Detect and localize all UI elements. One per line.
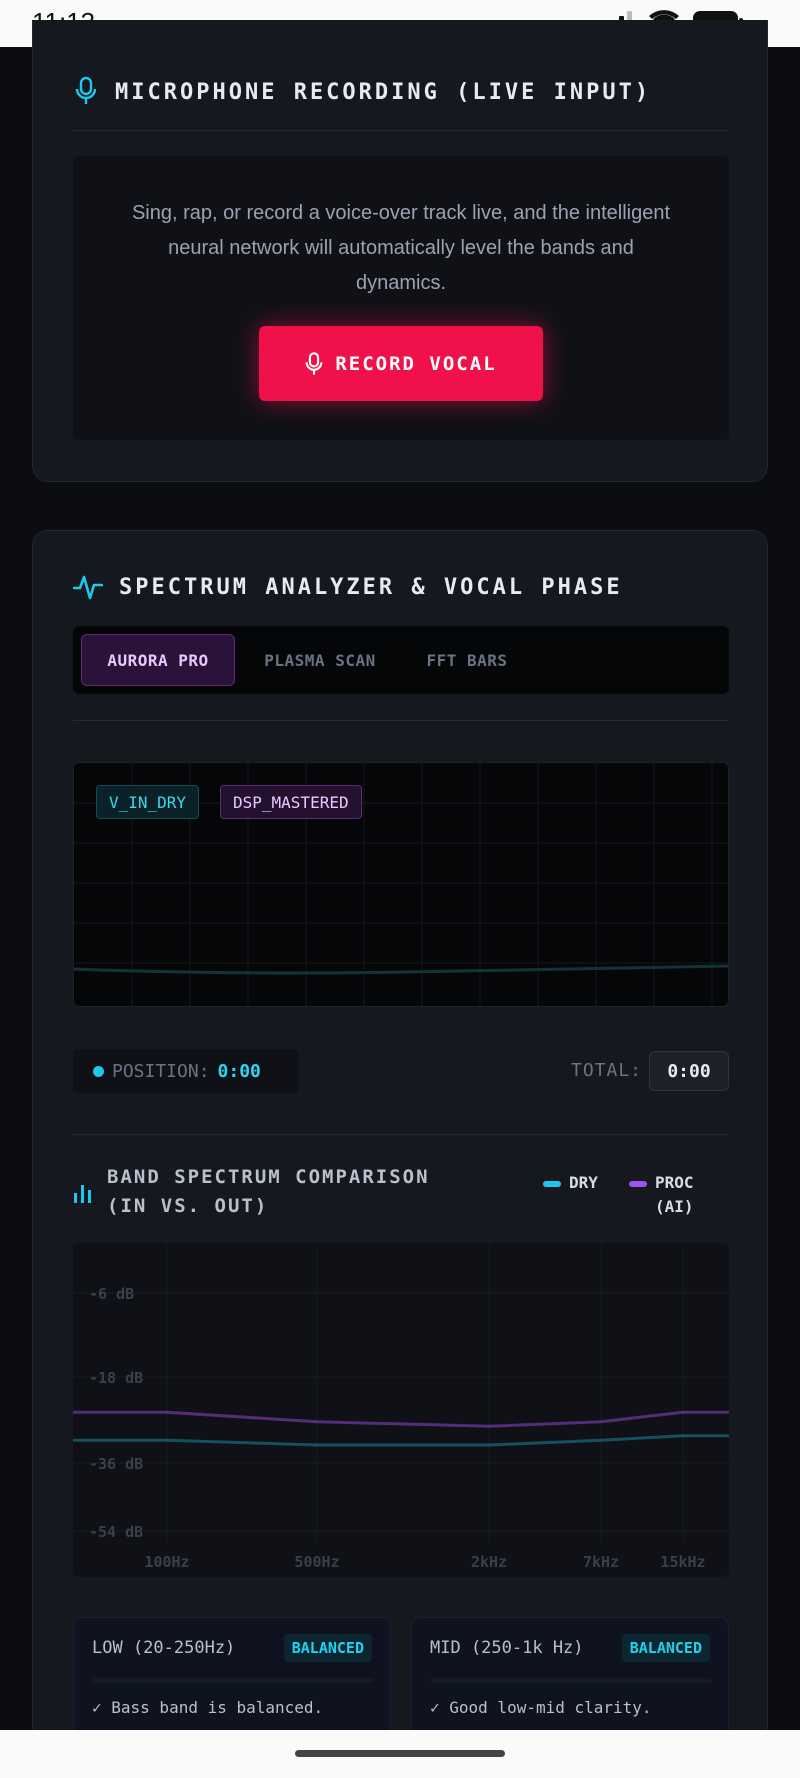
band-mid-name: MID (250-1k Hz) [430, 1638, 584, 1658]
chart-series-line-proc [73, 1410, 729, 1428]
mic-section-title: MICROPHONE RECORDING (LIVE INPUT) [115, 80, 652, 105]
position-readout: POSITION: 0:00 [73, 1049, 299, 1093]
chart-series-line-dry [73, 1434, 729, 1447]
tag-dsp-mastered: DSP_MASTERED [220, 785, 362, 819]
tag-dry-input: V_IN_DRY [96, 785, 200, 819]
legend-proc-swatch [629, 1181, 647, 1187]
band-comparison-title: BAND SPECTRUM COMPARISON (IN VS. OUT) [107, 1166, 430, 1217]
tabs-divider [73, 720, 729, 721]
band-spectrum-svg: -6 dB -18 dB -36 dB -54 dB100Hz 500Hz 2kHz 7kH… [73, 1243, 729, 1571]
band-card-mid: MID (250-1k Hz) BALANCED ✓ Good low-mid … [411, 1617, 729, 1747]
band-low-meter [92, 1678, 374, 1683]
spectrum-section-title: SPECTRUM ANALYZER & VOCAL PHASE [119, 575, 623, 600]
chart-y-tick-label: -36 dB [89, 1455, 143, 1473]
tab-plasma-scan[interactable]: PLASMA SCAN [245, 634, 395, 686]
readout-divider [73, 1134, 729, 1135]
chart-y-tick-label: -6 dB [89, 1285, 134, 1303]
mic-panel: Sing, rap, or record a voice-over track … [73, 156, 729, 440]
legend-dry-label: DRY [569, 1173, 598, 1192]
chart-y-tick-label: -54 dB [89, 1523, 143, 1541]
chart-x-tick-label: 7kHz [583, 1553, 619, 1571]
band-mid-note: ✓ Good low-mid clarity. [430, 1698, 652, 1717]
legend-proc: PROC (AI) [629, 1171, 715, 1219]
legend-proc-label: PROC (AI) [655, 1173, 694, 1216]
system-nav-bar [0, 1730, 800, 1778]
playhead-dot [93, 1065, 104, 1077]
chart-x-tick-label: 100Hz [144, 1553, 189, 1571]
band-spectrum-chart: -6 dB -18 dB -36 dB -54 dB 100Hz 500Hz 2kHz 7kH… [73, 1243, 729, 1577]
band-mid-meter [430, 1678, 712, 1683]
pulse-icon [73, 575, 103, 600]
legend-dry: DRY [543, 1171, 598, 1195]
tab-fft-bars[interactable]: FFT BARS [407, 634, 527, 686]
band-low-note: ✓ Bass band is balanced. [92, 1698, 324, 1717]
chart-y-tick-label: -18 dB [89, 1369, 143, 1387]
mic-description: Sing, rap, or record a voice-over track … [131, 202, 671, 294]
microphone-icon [75, 76, 97, 104]
total-duration: 0:00 [649, 1051, 729, 1091]
total-label: TOTAL: [571, 1060, 643, 1081]
chart-x-tick-label: 15kHz [660, 1553, 705, 1571]
chart-x-tick-label: 500Hz [294, 1553, 339, 1571]
home-gesture-handle[interactable] [295, 1750, 505, 1757]
band-card-low: LOW (20-250Hz) BALANCED ✓ Bass band is b… [73, 1617, 391, 1747]
visualizer-tabs: AURORA PRO PLASMA SCAN FFT BARS [73, 626, 729, 694]
tab-aurora-pro[interactable]: AURORA PRO [81, 634, 235, 686]
band-low-name: LOW (20-250Hz) [92, 1638, 236, 1658]
legend-dry-swatch [543, 1181, 561, 1187]
spectrum-card: SPECTRUM ANALYZER & VOCAL PHASE AURORA P… [32, 530, 768, 1778]
microphone-card: MICROPHONE RECORDING (LIVE INPUT) Sing, … [32, 20, 768, 482]
spectrum-visualizer: V_IN_DRY DSP_MASTERED [73, 762, 729, 1007]
band-low-status-badge: BALANCED [283, 1634, 372, 1662]
chart-x-tick-label: 2kHz [471, 1553, 507, 1571]
record-vocal-label: RECORD VOCAL [335, 352, 497, 375]
bar-chart-icon [74, 1185, 91, 1203]
microphone-icon [305, 351, 323, 375]
mic-divider [73, 130, 729, 131]
position-label: POSITION: [112, 1060, 210, 1082]
position-value: 0:00 [217, 1060, 261, 1082]
band-mid-status-badge: BALANCED [621, 1634, 710, 1662]
record-vocal-button[interactable]: RECORD VOCAL [259, 326, 543, 401]
